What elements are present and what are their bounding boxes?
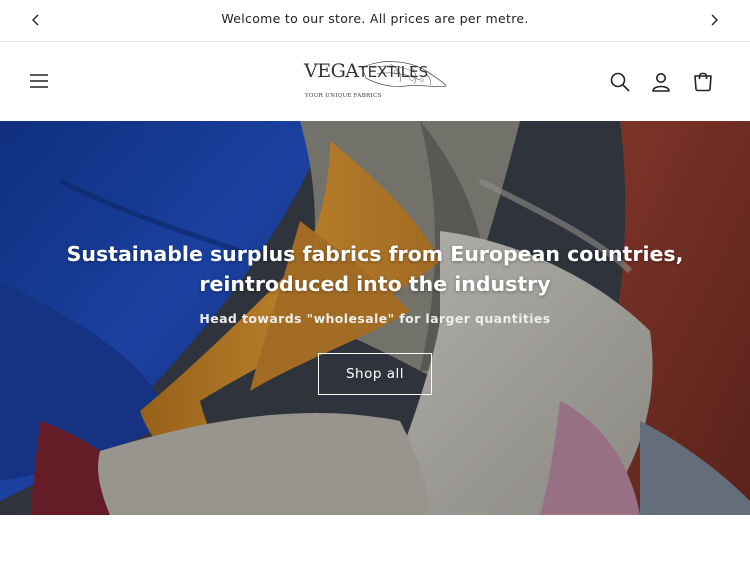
cart-icon xyxy=(694,72,712,92)
cart-button[interactable] xyxy=(690,68,716,94)
search-icon xyxy=(610,72,630,92)
hero-subheading: Head towards "wholesale" for larger quan… xyxy=(199,311,551,326)
store-logo[interactable]: VEGATEXTILES YOUR UNIQUE FABRICS xyxy=(302,54,448,106)
logo-brand-vega: VEGA xyxy=(304,60,359,82)
logo-wordmark: VEGATEXTILES xyxy=(304,60,428,82)
hamburger-menu-icon xyxy=(30,74,48,88)
announcement-bar: Welcome to our store. All prices are per… xyxy=(0,0,750,42)
announcement-text: Welcome to our store. All prices are per… xyxy=(221,11,529,26)
announcement-next-button[interactable] xyxy=(704,10,724,30)
logo-tagline: YOUR UNIQUE FABRICS xyxy=(305,93,382,99)
logo-brand-textiles: TEXTILES xyxy=(358,63,429,81)
hero-heading: Sustainable surplus fabrics from Europea… xyxy=(66,242,684,296)
chevron-right-icon xyxy=(711,14,718,26)
menu-button[interactable] xyxy=(26,68,52,94)
search-button[interactable] xyxy=(607,69,633,95)
account-button[interactable] xyxy=(648,69,674,95)
hero-banner: Sustainable surplus fabrics from Europea… xyxy=(0,121,750,515)
account-icon xyxy=(652,73,670,92)
shop-all-button[interactable]: Shop all xyxy=(318,353,432,395)
site-header: VEGATEXTILES YOUR UNIQUE FABRICS xyxy=(0,42,750,121)
